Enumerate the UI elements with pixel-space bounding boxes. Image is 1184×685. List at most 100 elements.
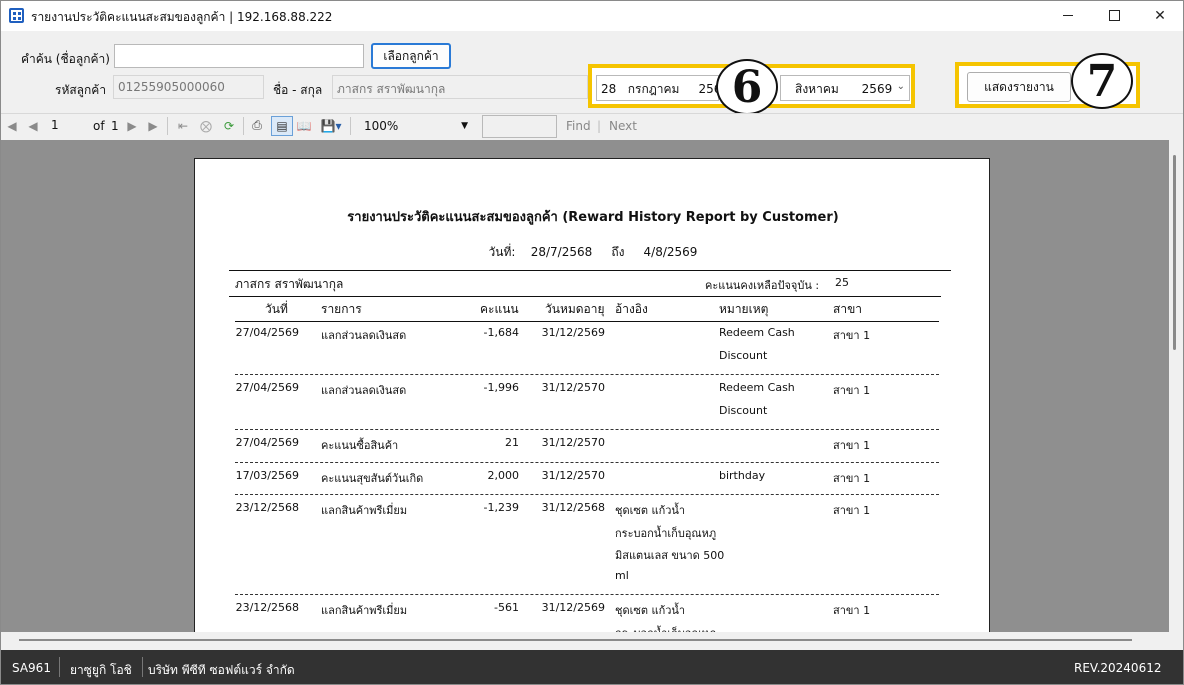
search-input[interactable] xyxy=(114,44,364,68)
app-icon xyxy=(9,8,24,23)
zoom-value: 100% xyxy=(364,119,399,133)
last-page-icon[interactable]: ▶ xyxy=(146,118,160,133)
balance-label: คะแนนคงเหลือปัจจุบัน : xyxy=(705,279,820,292)
cell-branch: สาขา 1 xyxy=(833,329,871,342)
cell-points: 21 xyxy=(505,436,519,449)
cell-date: 27/04/2569 xyxy=(235,436,299,449)
cell-note: Redeem Cash xyxy=(719,381,795,394)
cell-date: 17/03/2569 xyxy=(235,468,299,482)
status-user: ยาซูยูกิ โอชิ xyxy=(70,663,132,677)
column-header: คะแนน xyxy=(480,302,519,316)
vertical-scrollbar[interactable] xyxy=(1169,140,1183,632)
search-label: คำค้น (ชื่อลูกค้า) xyxy=(21,52,110,66)
cell-date: 27/04/2569 xyxy=(235,381,299,394)
customer-name-field: ภาสกร สราพัฒนากุล xyxy=(332,75,588,99)
zoom-select[interactable]: 100% ▼ xyxy=(360,117,472,136)
chevron-down-icon[interactable]: ⌄ xyxy=(897,80,905,96)
cell-ref: ชุดเซต แก้วน้ำ xyxy=(615,504,686,517)
of-label: of xyxy=(93,119,105,133)
cell-expiry: 31/12/2569 xyxy=(541,601,605,614)
cell-branch: สาขา 1 xyxy=(833,471,871,485)
report-date-from: 28/7/2568 xyxy=(530,245,593,259)
find-next-button[interactable]: Next xyxy=(609,119,637,133)
cell-points: -561 xyxy=(494,601,519,614)
next-page-icon[interactable]: ▶ xyxy=(125,118,139,133)
cell-branch: สาขา 1 xyxy=(833,439,871,452)
date-from-day: 28 xyxy=(601,82,617,96)
maximize-button[interactable] xyxy=(1091,1,1137,30)
report-title: รายงานประวัติคะแนนสะสมของลูกค้า (Reward … xyxy=(347,210,839,225)
find-separator: | xyxy=(597,119,602,133)
report-date-to: 4/8/2569 xyxy=(643,245,698,259)
divider xyxy=(229,270,951,271)
status-separator xyxy=(142,657,143,677)
date-from-picker[interactable]: 28 กรกฎาคม 2568 xyxy=(596,75,719,101)
cell-points: -1,239 xyxy=(483,501,519,514)
balance-value: 25 xyxy=(835,276,849,289)
callout-7: 7 xyxy=(1071,53,1133,109)
chevron-down-icon: ▼ xyxy=(461,121,468,131)
row-divider xyxy=(235,461,939,463)
cell-branch: สาขา 1 xyxy=(833,504,871,517)
refresh-icon[interactable]: ⟳ xyxy=(222,118,236,133)
cell-expiry: 31/12/2570 xyxy=(541,436,605,449)
row-divider xyxy=(235,429,939,430)
cell-expiry: 31/12/2570 xyxy=(541,468,605,482)
select-customer-button[interactable]: เลือกลูกค้า xyxy=(371,43,451,69)
show-report-button[interactable]: แสดงรายงาน xyxy=(967,72,1071,102)
date-to-picker[interactable]: สิงหาคม 2569 ⌄ xyxy=(780,75,910,101)
export-icon[interactable]: 💾▾ xyxy=(320,118,342,133)
date-label: วันที่: xyxy=(488,245,516,259)
close-button[interactable] xyxy=(1137,1,1183,30)
cell-ref: ชุดเซต แก้วน้ำ xyxy=(615,604,686,617)
vertical-scroll-thumb[interactable] xyxy=(1173,155,1176,350)
column-header: สาขา xyxy=(833,302,863,316)
divider xyxy=(229,296,941,297)
minimize-button[interactable] xyxy=(1045,1,1091,30)
previous-page-icon[interactable]: ◀ xyxy=(26,118,40,133)
status-separator xyxy=(59,657,60,677)
column-header: หมายเหตุ xyxy=(719,302,769,316)
cell-date: 23/12/2568 xyxy=(235,601,299,614)
cell-item: แลกส่วนลดเงินสด xyxy=(321,329,407,342)
cell-ref: มิสแตนเลส ขนาด 500 xyxy=(615,549,725,562)
horizontal-scroll-thumb[interactable] xyxy=(19,639,1132,641)
row-divider xyxy=(235,494,939,495)
callout-6: 6 xyxy=(716,59,778,115)
status-code: SA961 xyxy=(12,661,51,675)
print-icon[interactable]: ⎙ xyxy=(250,118,264,133)
name-label: ชื่อ - สกุล xyxy=(273,83,323,97)
total-pages: 1 xyxy=(111,119,119,133)
cell-note: Redeem Cash xyxy=(719,326,795,339)
stop-icon[interactable]: ⨂ xyxy=(199,118,213,133)
column-header: วันหมดอายุ xyxy=(545,302,605,316)
toolbar-separator xyxy=(243,117,244,135)
cell-item: แลกสินค้าพรีเมี่ยม xyxy=(321,504,408,517)
report-page: รายงานประวัติคะแนนสะสมของลูกค้า (Reward … xyxy=(194,158,990,648)
date-from-month: กรกฎาคม xyxy=(627,82,680,96)
date-to-month: สิงหาคม xyxy=(795,82,839,96)
cell-ref: ml xyxy=(615,568,629,582)
cell-points: -1,996 xyxy=(483,381,519,394)
divider xyxy=(235,321,939,322)
page-number-input[interactable]: 1 xyxy=(47,116,87,136)
cell-item: คะแนนซื้อสินค้า xyxy=(321,439,399,452)
column-header: อ้างอิง xyxy=(615,302,648,316)
cell-note: birthday xyxy=(719,468,766,482)
row-divider xyxy=(235,374,939,375)
page-setup-icon[interactable]: 📖 xyxy=(297,118,312,133)
to-label: ถึง xyxy=(611,245,625,259)
find-button[interactable]: Find xyxy=(566,119,591,133)
cell-ref: กระบอกน้ำเก็บอุณหภู xyxy=(615,526,717,540)
print-layout-icon[interactable]: ▤ xyxy=(271,116,293,136)
cell-item: แลกส่วนลดเงินสด xyxy=(321,384,407,397)
first-page-icon[interactable]: ◀︎ xyxy=(5,118,19,133)
cell-note: Discount xyxy=(719,348,768,362)
back-icon[interactable]: ⇤ xyxy=(176,118,190,133)
cell-expiry: 31/12/2569 xyxy=(541,326,605,339)
cell-points: -1,684 xyxy=(483,326,519,339)
customer-name: ภาสกร สราพัฒนากุล xyxy=(235,277,344,291)
find-input[interactable] xyxy=(482,115,557,138)
status-company: บริษัท พีซีที ซอฟต์แวร์ จำกัด xyxy=(148,663,295,677)
column-header: วันที่ xyxy=(265,302,288,316)
